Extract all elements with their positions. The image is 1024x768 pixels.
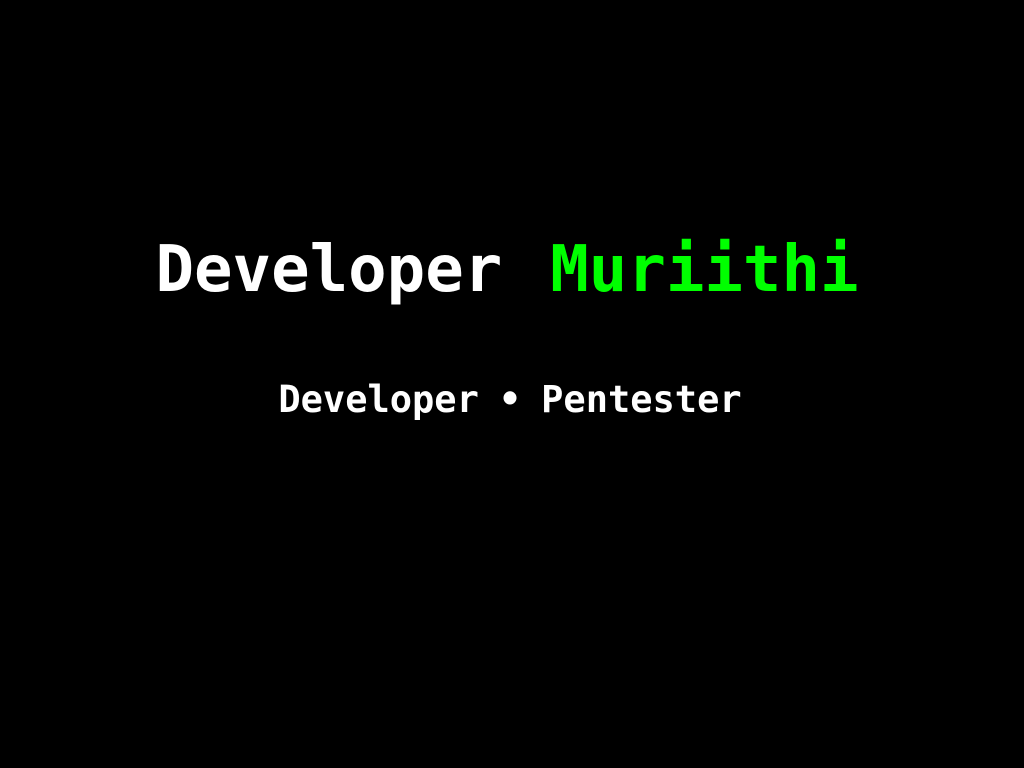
hero-subtitle: Developer • Pentester <box>0 378 1020 422</box>
title-name: Muriithi <box>550 233 859 307</box>
title-prefix: Developer <box>155 233 503 307</box>
hero-section: Developer Muriithi Developer • Pentester <box>0 0 1024 768</box>
role-developer: Developer <box>278 378 479 421</box>
role-separator: • <box>498 378 522 421</box>
role-pentester: Pentester <box>541 378 742 421</box>
hero-title: Developer Muriithi <box>0 232 1014 308</box>
